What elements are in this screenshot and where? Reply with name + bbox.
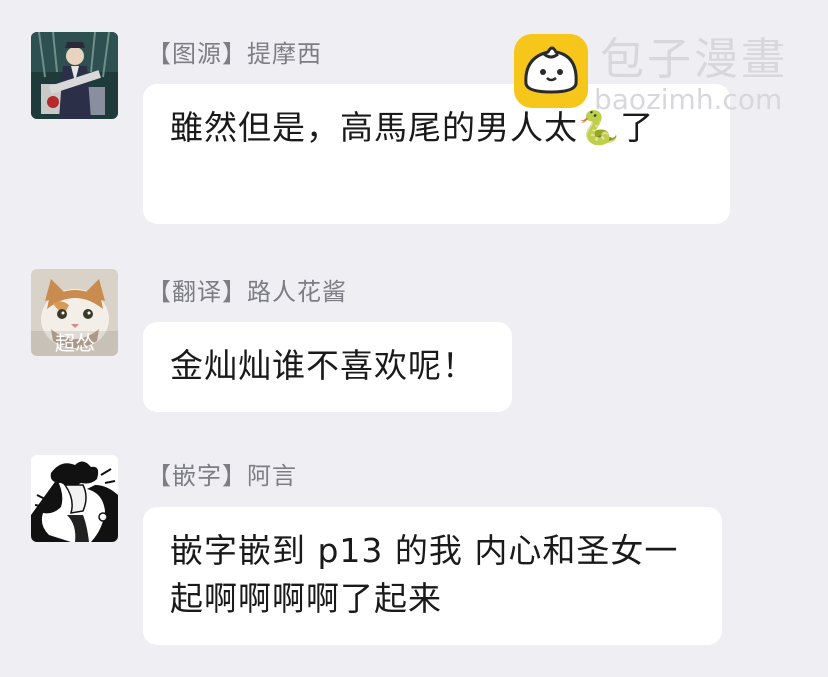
watermark-name: 包子漫畫 xyxy=(600,34,788,85)
message-bubble[interactable]: 嵌字嵌到 p13 的我 内心和圣女一起啊啊啊啊了起来 xyxy=(143,507,722,645)
sender-name: 【嵌字】阿言 xyxy=(147,462,297,490)
watermark-logo xyxy=(514,34,588,108)
avatar-cat-icon: 超怂 xyxy=(31,269,118,356)
message-text: 嵌字嵌到 p13 的我 内心和圣女一起啊啊啊啊了起来 xyxy=(170,531,679,618)
sender-name: 【翻译】路人花酱 xyxy=(147,278,347,306)
avatar-ayan[interactable] xyxy=(31,455,118,542)
avatar-manga-sketch-icon xyxy=(31,455,118,542)
avatar-timothy[interactable] xyxy=(31,32,118,119)
avatar-caption: 超怂 xyxy=(55,331,95,355)
message-bubble[interactable]: 金灿灿谁不喜欢呢！ xyxy=(143,322,512,412)
avatar-illustrated-man-icon xyxy=(31,32,118,119)
bun-logo-icon xyxy=(524,46,578,94)
avatar-passerby[interactable]: 超怂 xyxy=(31,269,118,356)
watermark-domain: baozimh.com xyxy=(594,83,783,116)
message-text: 金灿灿谁不喜欢呢！ xyxy=(170,346,476,385)
watermark: 包子漫畫 baozimh.com xyxy=(514,34,804,116)
sender-name: 【图源】提摩西 xyxy=(147,40,322,68)
